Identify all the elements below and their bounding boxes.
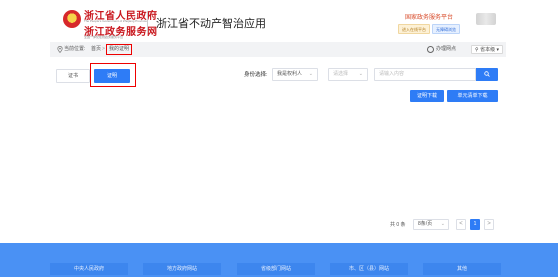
breadcrumb-location-label: 当前位置:	[64, 46, 86, 52]
chevron-down-icon: ▾	[495, 47, 499, 53]
search-button[interactable]	[476, 68, 498, 81]
breadcrumb-separator: >	[102, 46, 105, 52]
page-size-value: 8条/页	[418, 221, 433, 227]
identity-select[interactable]: 我是权利人 ⌄	[272, 68, 318, 81]
footer-link-provincial-depts[interactable]: 省级部门网站	[237, 263, 315, 275]
page-size-select[interactable]: 8条/页 ⌄	[413, 219, 449, 230]
footer-link-local-gov[interactable]: 地方政府网站	[143, 263, 221, 275]
footer-link-central-gov[interactable]: 中央人民政府	[50, 263, 128, 275]
chevron-down-icon: ⌄	[358, 71, 363, 77]
search-icon	[484, 71, 490, 77]
identity-select-value: 我是权利人	[277, 71, 303, 77]
enter-platform-button[interactable]: 进入在线平台	[398, 24, 430, 34]
search-input[interactable]: 请输入内容	[374, 68, 476, 81]
national-platform-title[interactable]: 国家政务服务平台	[405, 12, 453, 21]
identity-label: 身份选择:	[244, 72, 268, 78]
national-emblem-icon	[63, 10, 81, 28]
region-selector[interactable]: ⚲ 省本级 ▾	[471, 45, 503, 54]
app-title: 浙江省不动产智治应用	[156, 18, 266, 30]
tab-proof[interactable]: 证明	[94, 69, 130, 83]
header-divider	[147, 11, 148, 33]
service-point-icon	[427, 46, 434, 53]
type-select[interactable]: 请选择 ⌄	[328, 68, 368, 81]
location-pin-icon	[57, 46, 63, 53]
service-point-link[interactable]: 办理网点	[436, 46, 456, 53]
chevron-down-icon: ⌄	[308, 71, 313, 77]
breadcrumb-home-link[interactable]: 首页	[91, 46, 101, 53]
site-header: 浙江省人民政府 The People's Government of Zheji…	[0, 0, 558, 42]
site-footer: 中央人民政府 地方政府网站 省级部门网站 市、区（县）网站 其他	[0, 243, 558, 277]
prev-page-button[interactable]: <	[456, 219, 466, 230]
footer-link-other[interactable]: 其他	[423, 263, 501, 275]
breadcrumb: 当前位置: 首页 > 我的证明 办理网点 ⚲ 省本级 ▾	[50, 42, 506, 57]
user-avatar[interactable]	[476, 13, 496, 25]
breadcrumb-current[interactable]: 我的证明	[106, 44, 133, 55]
footer-link-city-county[interactable]: 市、区（县）网站	[330, 263, 408, 275]
type-select-placeholder: 请选择	[333, 71, 349, 77]
tab-certificate[interactable]: 证书	[56, 69, 90, 83]
gov-slogan: 全国一体化在线政务服务平台	[84, 35, 124, 39]
unit-list-download-button[interactable]: 单元清单下载	[447, 90, 498, 102]
accessibility-button[interactable]: 无障碍浏览	[432, 24, 460, 34]
proof-download-button[interactable]: 证明下载	[410, 90, 444, 102]
next-page-button[interactable]: >	[484, 219, 494, 230]
region-label: 省本级	[480, 47, 496, 53]
pagination-total: 共 0 条	[390, 222, 406, 228]
chevron-down-icon: ⌄	[440, 221, 445, 227]
page-number-button[interactable]: 1	[470, 219, 480, 230]
